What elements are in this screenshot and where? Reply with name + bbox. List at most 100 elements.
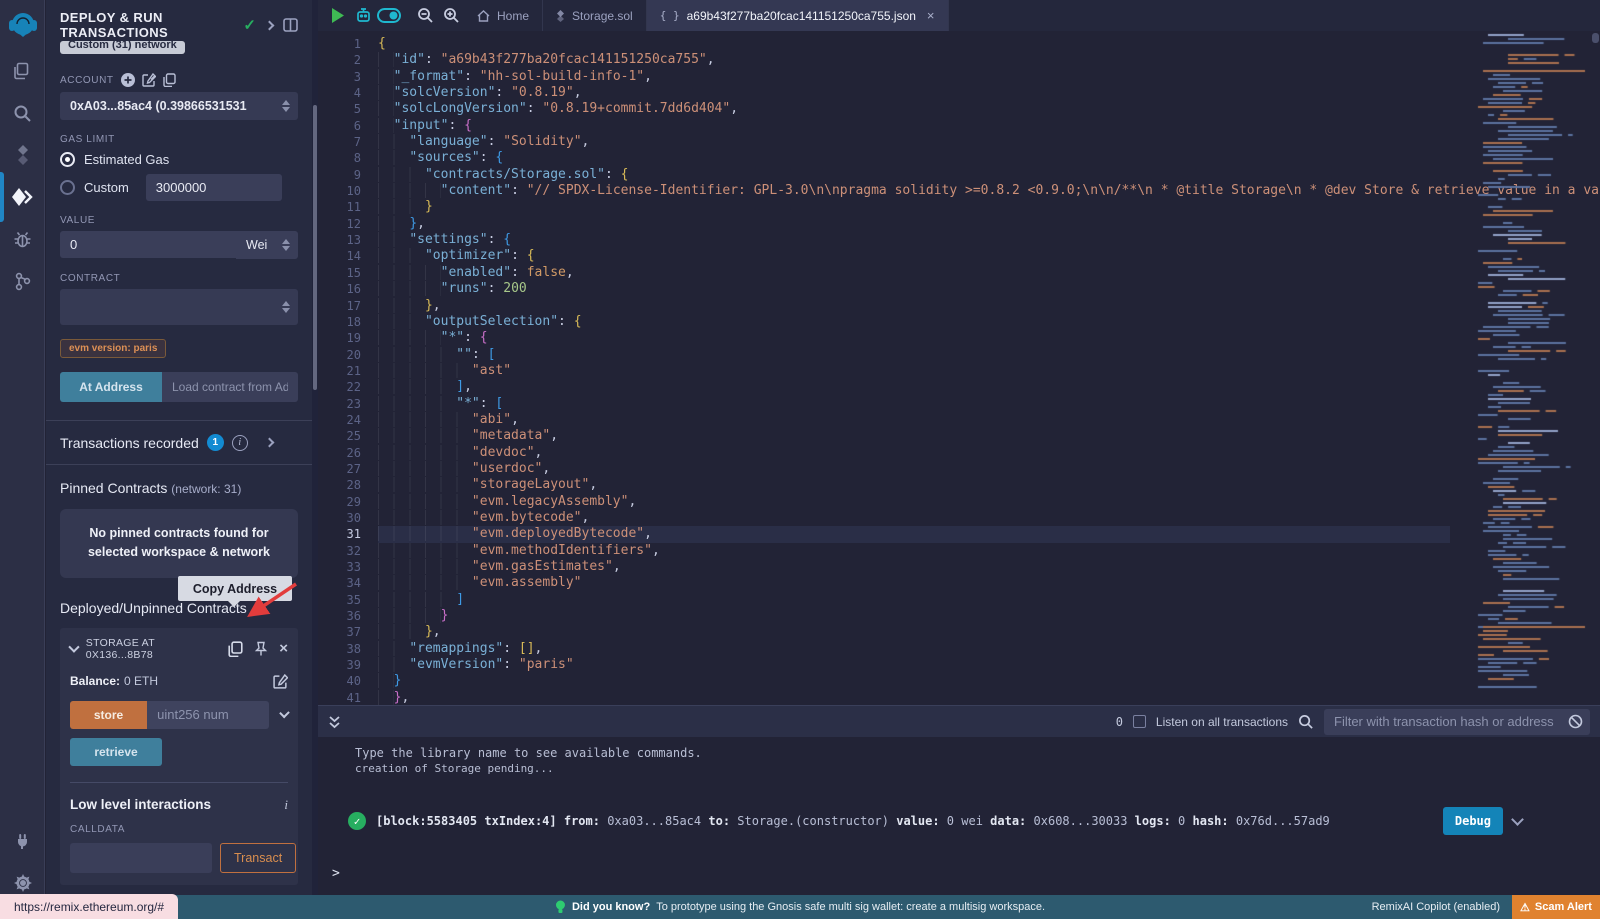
value-unit-select[interactable]: Wei (236, 231, 298, 259)
clear-filter-icon[interactable] (1568, 714, 1583, 729)
run-script-button[interactable] (324, 0, 350, 31)
code-line[interactable]: 14 "optimizer": { (318, 248, 1450, 264)
code-line[interactable]: 5 "solcLongVersion": "0.8.19+commit.7dd6… (318, 101, 1450, 117)
code-line[interactable]: 37 }, (318, 624, 1450, 640)
code-line[interactable]: 31 "evm.deployedBytecode", (318, 526, 1450, 542)
scam-alert-button[interactable]: ⚠ Scam Alert (1512, 895, 1600, 919)
code-line[interactable]: 6 "input": { (318, 118, 1450, 134)
code-line[interactable]: 1{ (318, 36, 1450, 52)
contract-select[interactable] (60, 289, 298, 325)
estimated-gas-option[interactable]: Estimated Gas (60, 152, 298, 167)
deploy-run-icon[interactable] (0, 176, 45, 218)
code-line[interactable]: 27 "userdoc", (318, 461, 1450, 477)
terminal-prompt[interactable]: > (332, 866, 340, 881)
search-icon[interactable] (0, 92, 45, 134)
remove-contract-icon[interactable]: × (279, 640, 288, 657)
expand-store-icon[interactable] (279, 708, 290, 719)
account-select[interactable]: 0xA03...85ac4 (0.39866531531 (60, 92, 298, 120)
chevron-down-icon[interactable] (68, 642, 79, 653)
info-icon[interactable]: i (284, 797, 288, 813)
code-line[interactable]: 2 "id": "a69b43f277ba20fcac141151250ca75… (318, 52, 1450, 68)
code-line[interactable]: 26 "devdoc", (318, 445, 1450, 461)
code-line[interactable]: 19 "*": { (318, 330, 1450, 346)
code-line[interactable]: 21 "ast" (318, 363, 1450, 379)
transact-button[interactable]: Transact (220, 843, 296, 873)
remix-logo-icon[interactable] (0, 0, 45, 50)
code-line[interactable]: 20 "": [ (318, 347, 1450, 363)
tab-build-info-json[interactable]: { } a69b43f277ba20fcac141151250ca755.jso… (647, 0, 949, 31)
info-icon[interactable]: i (232, 435, 248, 451)
copy-account-icon[interactable] (163, 73, 176, 87)
code-line[interactable]: 15 "enabled": false, (318, 265, 1450, 281)
code-line[interactable]: 40 } (318, 673, 1450, 689)
code-line[interactable]: 10 "content": "// SPDX-License-Identifie… (318, 183, 1450, 199)
calldata-input[interactable] (70, 843, 212, 873)
code-line[interactable]: 38 "remappings": [], (318, 641, 1450, 657)
pin-panel-icon[interactable] (283, 18, 298, 32)
store-arg-input[interactable] (147, 701, 269, 729)
code-line[interactable]: 8 "sources": { (318, 150, 1450, 166)
debugger-icon[interactable] (0, 218, 45, 260)
code-line[interactable]: 35 ] (318, 592, 1450, 608)
code-line[interactable]: 25 "metadata", (318, 428, 1450, 444)
at-address-button[interactable]: At Address (60, 372, 162, 402)
code-line[interactable]: 39 "evmVersion": "paris" (318, 657, 1450, 673)
zoom-in-icon[interactable] (438, 0, 464, 31)
add-account-icon[interactable] (121, 73, 135, 87)
retrieve-button[interactable]: retrieve (70, 738, 162, 766)
code-line[interactable]: 30 "evm.bytecode", (318, 510, 1450, 526)
transactions-recorded-row[interactable]: Transactions recorded 1 i (46, 421, 312, 464)
custom-gas-input[interactable] (146, 174, 282, 201)
code-line[interactable]: 22 ], (318, 379, 1450, 395)
pin-contract-icon[interactable] (254, 641, 268, 657)
code-line[interactable]: 9 "contracts/Storage.sol": { (318, 167, 1450, 183)
terminal[interactable]: Type the library name to see available c… (318, 737, 1600, 895)
contract-instance-title[interactable]: STORAGE AT 0X136...8B78 (86, 637, 220, 661)
debug-button[interactable]: Debug (1443, 807, 1503, 835)
code-line[interactable]: 41 }, (318, 690, 1450, 705)
radio-selected-icon[interactable] (60, 152, 75, 167)
edit-balance-icon[interactable] (273, 674, 288, 689)
solidity-compiler-icon[interactable] (0, 134, 45, 176)
code-line[interactable]: 36 } (318, 608, 1450, 624)
value-input[interactable] (60, 231, 236, 258)
code-line[interactable]: 29 "evm.legacyAssembly", (318, 494, 1450, 510)
editor-scrollbar[interactable] (1592, 33, 1599, 43)
file-explorer-icon[interactable] (0, 50, 45, 92)
panel-scrollbar[interactable] (313, 105, 317, 390)
at-address-input[interactable] (162, 372, 298, 402)
edit-account-icon[interactable] (142, 73, 156, 87)
radio-icon[interactable] (60, 180, 75, 195)
code-line[interactable]: 28 "storageLayout", (318, 477, 1450, 493)
expand-terminal-icon[interactable] (328, 715, 341, 729)
custom-gas-option[interactable]: Custom (60, 174, 298, 201)
copy-address-icon[interactable] (228, 641, 243, 657)
code-line[interactable]: 32 "evm.methodIdentifiers", (318, 543, 1450, 559)
tab-storage-sol[interactable]: Storage.sol (543, 0, 647, 31)
code-line[interactable]: 7 "language": "Solidity", (318, 134, 1450, 150)
code-content[interactable]: 1{2 "id": "a69b43f277ba20fcac141151250ca… (318, 36, 1450, 705)
chevron-right-icon[interactable] (265, 20, 275, 30)
filter-transactions-input[interactable] (1324, 709, 1590, 735)
code-line[interactable]: 16 "runs": 200 (318, 281, 1450, 297)
remix-ai-assistant-icon[interactable] (350, 0, 376, 31)
git-icon[interactable] (0, 260, 45, 302)
plugin-manager-icon[interactable] (0, 820, 45, 862)
zoom-out-icon[interactable] (412, 0, 438, 31)
code-line[interactable]: 34 "evm.assembly" (318, 575, 1450, 591)
code-line[interactable]: 17 }, (318, 298, 1450, 314)
listen-all-checkbox[interactable] (1133, 715, 1146, 728)
code-line[interactable]: 4 "solcVersion": "0.8.19", (318, 85, 1450, 101)
code-line[interactable]: 11 } (318, 199, 1450, 215)
code-line[interactable]: 24 "abi", (318, 412, 1450, 428)
expand-tx-icon[interactable] (1511, 813, 1524, 826)
code-line[interactable]: 18 "outputSelection": { (318, 314, 1450, 330)
copilot-status[interactable]: RemixAI Copilot (enabled) (1372, 895, 1500, 919)
transaction-result-row[interactable]: ✓ [block:5583405 txIndex:4] from: 0xa03.… (348, 807, 1600, 835)
code-line[interactable]: 3 "_format": "hh-sol-build-info-1", (318, 69, 1450, 85)
ai-copilot-toggle[interactable] (376, 0, 402, 31)
minimap[interactable] (1475, 31, 1588, 705)
code-line[interactable]: 23 "*": [ (318, 396, 1450, 412)
close-tab-icon[interactable]: × (927, 8, 935, 23)
chevron-right-icon[interactable] (264, 438, 274, 448)
